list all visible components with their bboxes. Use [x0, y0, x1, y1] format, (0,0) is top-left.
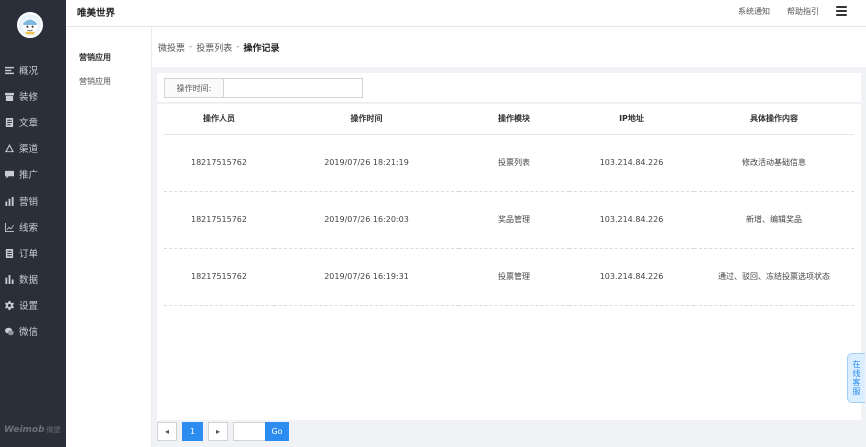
- sidebar-item-decoration[interactable]: 装修: [0, 83, 66, 109]
- wechat-icon: [5, 327, 14, 335]
- column-header-time: 操作时间: [274, 104, 459, 135]
- cell-time: 2019/07/26 18:21:19: [274, 134, 459, 192]
- sidebar-item-promotion[interactable]: 推广: [0, 161, 66, 187]
- cell-module: 投票管理: [459, 248, 569, 306]
- sidebar-item-orders[interactable]: 订单: [0, 240, 66, 266]
- table-row: 18217515762 2019/07/26 18:21:19 投票列表 103…: [164, 134, 854, 192]
- sidebar-item-data[interactable]: 数据: [0, 266, 66, 292]
- hamburger-menu-icon[interactable]: [836, 6, 847, 16]
- table-header-row: 操作人员 操作时间 操作模块 IP地址 具体操作内容: [164, 104, 854, 135]
- cell-detail: 新增、编辑奖品: [694, 191, 854, 249]
- list-icon: [5, 66, 14, 74]
- column-header-detail: 具体操作内容: [694, 104, 854, 135]
- sidebar-item-label: 线索: [19, 223, 39, 234]
- document-icon: [5, 117, 14, 127]
- cell-module: 奖品管理: [459, 191, 569, 249]
- column-header-ip: IP地址: [569, 104, 694, 135]
- sidebar-item-label: 渠道: [19, 144, 39, 155]
- sidebar-item-overview[interactable]: 概况: [0, 57, 66, 83]
- system-notice-link[interactable]: 系统通知: [738, 6, 770, 17]
- operation-log-table: 操作人员 操作时间 操作模块 IP地址 具体操作内容 18217515762 2…: [164, 104, 854, 306]
- sidebar-item-label: 装修: [19, 92, 39, 103]
- table-row: 18217515762 2019/07/26 16:20:03 奖品管理 103…: [164, 191, 854, 249]
- help-guide-link[interactable]: 帮助指引: [787, 6, 819, 17]
- sidebar-item-label: 概况: [19, 66, 39, 77]
- sidebar-item-label: 数据: [19, 275, 39, 286]
- online-service-button[interactable]: 在线客服: [847, 353, 865, 403]
- breadcrumb-separator: -: [236, 42, 240, 52]
- sidebar-item-label: 营销: [19, 197, 39, 208]
- column-header-module: 操作模块: [459, 104, 569, 135]
- shop-icon: [5, 92, 14, 101]
- line-chart-icon: [5, 222, 14, 232]
- operation-log-panel: 操作人员 操作时间 操作模块 IP地址 具体操作内容 18217515762 2…: [157, 104, 861, 420]
- sidebar-item-label: 设置: [19, 301, 39, 312]
- cell-ip: 103.214.84.226: [569, 191, 694, 249]
- sidebar-item-label: 推广: [19, 170, 39, 181]
- pagination: ◂ 1 ▸ Go: [152, 420, 866, 447]
- avatar[interactable]: [17, 12, 43, 38]
- main-sidebar: 概况 装修 文章 渠道 推广 营销 线索 订单 数据 设置 微信 Weimob: [0, 0, 66, 447]
- sidebar-item-wechat[interactable]: 微信: [0, 318, 66, 344]
- cell-detail: 修改活动基础信息: [694, 134, 854, 192]
- cell-operator: 18217515762: [164, 248, 274, 306]
- go-button[interactable]: Go: [265, 422, 289, 441]
- page-jump-input[interactable]: [233, 422, 266, 441]
- cell-ip: 103.214.84.226: [569, 134, 694, 192]
- channel-icon: [5, 143, 14, 152]
- brand-name: Weimob: [4, 425, 45, 435]
- breadcrumb-item-vote-list[interactable]: 投票列表: [196, 41, 232, 54]
- cell-module: 投票列表: [459, 134, 569, 192]
- page-button-1[interactable]: 1: [182, 422, 203, 441]
- cell-operator: 18217515762: [164, 134, 274, 192]
- filter-bar: 操作时间:: [157, 73, 861, 103]
- app-title: 唯美世界: [77, 8, 116, 19]
- column-header-operator: 操作人员: [164, 104, 274, 135]
- breadcrumb-item-vote[interactable]: 微投票: [158, 41, 185, 54]
- sidebar-item-channels[interactable]: 渠道: [0, 135, 66, 161]
- sidebar-item-marketing[interactable]: 营销: [0, 188, 66, 214]
- chat-icon: [5, 170, 14, 179]
- brand-name-cn: 微盟: [46, 426, 61, 434]
- operation-time-input[interactable]: [223, 78, 363, 98]
- sidebar-item-label: 文章: [19, 118, 39, 129]
- prev-page-button[interactable]: ◂: [157, 422, 177, 441]
- breadcrumb-current: 操作记录: [243, 43, 280, 54]
- sidebar-item-label: 微信: [19, 327, 39, 338]
- cell-operator: 18217515762: [164, 191, 274, 249]
- breadcrumb: 微投票 - 投票列表 - 操作记录: [152, 27, 866, 67]
- breadcrumb-separator: -: [189, 42, 193, 52]
- table-row: 18217515762 2019/07/26 16:19:31 投票管理 103…: [164, 248, 854, 306]
- sidebar-item-settings[interactable]: 设置: [0, 292, 66, 318]
- cell-time: 2019/07/26 16:20:03: [274, 191, 459, 249]
- top-header: 唯美世界 系统通知 帮助指引: [66, 0, 866, 27]
- secondary-sidebar: 营销应用 营销应用: [66, 27, 152, 447]
- sidebar-item-articles[interactable]: 文章: [0, 109, 66, 135]
- cell-detail: 通过、驳回、冻结投票选项状态: [694, 248, 854, 306]
- next-page-button[interactable]: ▸: [208, 422, 228, 441]
- brand-logo: Weimob 微盟: [4, 425, 61, 435]
- subnav-title: 营销应用: [79, 53, 111, 62]
- data-icon: [5, 274, 14, 284]
- cell-ip: 103.214.84.226: [569, 248, 694, 306]
- subnav-item-marketing-apps[interactable]: 营销应用: [79, 76, 111, 87]
- gear-icon: [5, 300, 14, 310]
- bar-chart-icon: [5, 196, 14, 206]
- sidebar-item-label: 订单: [19, 249, 39, 260]
- sidebar-item-leads[interactable]: 线索: [0, 214, 66, 240]
- cell-time: 2019/07/26 16:19:31: [274, 248, 459, 306]
- operation-time-label: 操作时间:: [164, 78, 223, 98]
- avatar-image: [22, 18, 38, 35]
- order-icon: [5, 248, 14, 258]
